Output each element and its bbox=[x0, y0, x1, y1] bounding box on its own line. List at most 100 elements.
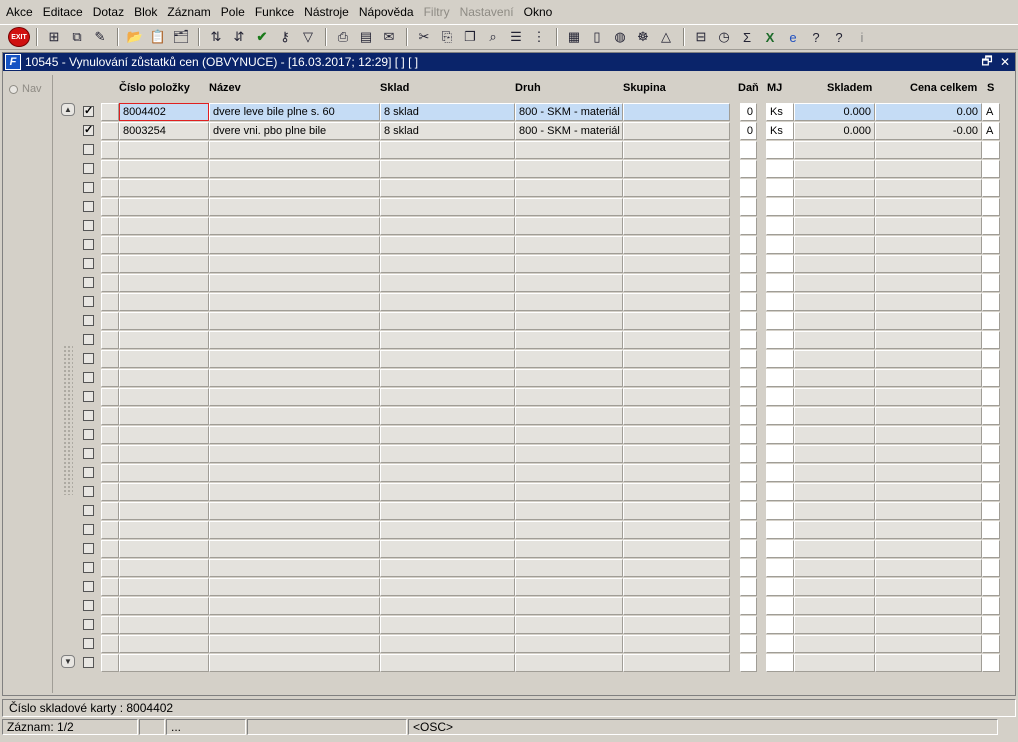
print-setup-icon[interactable]: ▤ bbox=[355, 26, 377, 48]
cell-nazev[interactable]: dvere leve bile plne s. 60 bbox=[209, 103, 380, 121]
cell-cislo[interactable]: 8004402 bbox=[119, 103, 209, 121]
cell-cislo[interactable] bbox=[119, 217, 209, 235]
cell-sklad[interactable] bbox=[380, 407, 515, 425]
cell-druh[interactable] bbox=[515, 445, 623, 463]
cell-cislo[interactable] bbox=[119, 578, 209, 596]
cell-cena[interactable] bbox=[875, 369, 982, 387]
cell-mj[interactable] bbox=[766, 654, 794, 672]
cell-druh[interactable] bbox=[515, 217, 623, 235]
cell-s[interactable] bbox=[982, 597, 1000, 615]
cell-s[interactable] bbox=[982, 483, 1000, 501]
row-checkbox[interactable] bbox=[83, 239, 94, 250]
cell-sklad[interactable] bbox=[380, 521, 515, 539]
table-row[interactable] bbox=[57, 274, 1009, 292]
cell-cena[interactable] bbox=[875, 635, 982, 653]
cell-s[interactable] bbox=[982, 464, 1000, 482]
row-checkbox[interactable] bbox=[83, 429, 94, 440]
table-row[interactable] bbox=[57, 578, 1009, 596]
cell-druh[interactable] bbox=[515, 293, 623, 311]
menu-napoveda[interactable]: Nápověda bbox=[359, 5, 414, 19]
table-row[interactable] bbox=[57, 369, 1009, 387]
cell-nazev[interactable] bbox=[209, 160, 380, 178]
cell-mj[interactable] bbox=[766, 483, 794, 501]
cell-sklad[interactable] bbox=[380, 198, 515, 216]
cell-cena[interactable] bbox=[875, 578, 982, 596]
cell-druh[interactable] bbox=[515, 198, 623, 216]
cell-cena[interactable] bbox=[875, 388, 982, 406]
cell-skladem[interactable] bbox=[794, 179, 875, 197]
cell-mj[interactable] bbox=[766, 426, 794, 444]
cell-dan[interactable] bbox=[740, 312, 757, 330]
cell-nazev[interactable] bbox=[209, 597, 380, 615]
cell-skladem[interactable] bbox=[794, 540, 875, 558]
cell-mj[interactable] bbox=[766, 635, 794, 653]
cell-druh[interactable]: 800 - SKM - materiál bbox=[515, 122, 623, 140]
table-row[interactable] bbox=[57, 540, 1009, 558]
row-checkbox[interactable] bbox=[83, 353, 94, 364]
cell-cena[interactable] bbox=[875, 236, 982, 254]
cell-cena[interactable] bbox=[875, 255, 982, 273]
table-row[interactable] bbox=[57, 654, 1009, 672]
cell-s[interactable] bbox=[982, 350, 1000, 368]
cell-s[interactable] bbox=[982, 654, 1000, 672]
cell-skladem[interactable] bbox=[794, 255, 875, 273]
cell-nazev[interactable] bbox=[209, 388, 380, 406]
cell-skupina[interactable] bbox=[623, 635, 730, 653]
cell-skupina[interactable] bbox=[623, 388, 730, 406]
cell-dan[interactable] bbox=[740, 236, 757, 254]
calculator-icon[interactable]: ▦ bbox=[563, 26, 585, 48]
cell-dan[interactable] bbox=[740, 274, 757, 292]
table-row[interactable] bbox=[57, 350, 1009, 368]
table-row[interactable] bbox=[57, 217, 1009, 235]
cell-nazev[interactable] bbox=[209, 654, 380, 672]
cell-skladem[interactable] bbox=[794, 388, 875, 406]
cell-cislo[interactable] bbox=[119, 160, 209, 178]
cell-sklad[interactable] bbox=[380, 312, 515, 330]
cell-mj[interactable] bbox=[766, 198, 794, 216]
cell-cislo[interactable] bbox=[119, 407, 209, 425]
row-checkbox[interactable] bbox=[83, 524, 94, 535]
cell-mj[interactable] bbox=[766, 521, 794, 539]
cell-druh[interactable] bbox=[515, 388, 623, 406]
cell-s[interactable] bbox=[982, 217, 1000, 235]
cell-cena[interactable] bbox=[875, 160, 982, 178]
cell-druh[interactable] bbox=[515, 160, 623, 178]
cell-mj[interactable] bbox=[766, 312, 794, 330]
close-icon[interactable]: ✕ bbox=[997, 55, 1013, 69]
row-checkbox[interactable] bbox=[83, 562, 94, 573]
cell-skupina[interactable] bbox=[623, 369, 730, 387]
row-checkbox[interactable] bbox=[83, 581, 94, 592]
cell-s[interactable] bbox=[982, 502, 1000, 520]
cell-cislo[interactable] bbox=[119, 293, 209, 311]
cell-s[interactable] bbox=[982, 160, 1000, 178]
cell-mj[interactable] bbox=[766, 616, 794, 634]
cell-nazev[interactable] bbox=[209, 217, 380, 235]
row-checkbox[interactable] bbox=[83, 410, 94, 421]
cell-skladem[interactable] bbox=[794, 502, 875, 520]
table-row[interactable] bbox=[57, 160, 1009, 178]
table-row[interactable] bbox=[57, 331, 1009, 349]
cell-skupina[interactable] bbox=[623, 616, 730, 634]
cell-nazev[interactable] bbox=[209, 578, 380, 596]
query-cancel-icon[interactable]: 🗂 bbox=[170, 26, 192, 48]
table-row[interactable] bbox=[57, 616, 1009, 634]
cell-skupina[interactable] bbox=[623, 198, 730, 216]
cell-skladem[interactable] bbox=[794, 274, 875, 292]
cell-dan[interactable] bbox=[740, 597, 757, 615]
cell-s[interactable] bbox=[982, 559, 1000, 577]
cell-sklad[interactable] bbox=[380, 445, 515, 463]
insert-record-icon[interactable]: ⊞ bbox=[43, 26, 65, 48]
table-row[interactable] bbox=[57, 407, 1009, 425]
cell-nazev[interactable] bbox=[209, 616, 380, 634]
cell-cena[interactable]: -0.00 bbox=[875, 122, 982, 140]
cell-sklad[interactable] bbox=[380, 274, 515, 292]
table-row[interactable] bbox=[57, 179, 1009, 197]
cell-sklad[interactable] bbox=[380, 236, 515, 254]
cell-cislo[interactable] bbox=[119, 540, 209, 558]
table-row[interactable] bbox=[57, 236, 1009, 254]
cell-skladem[interactable] bbox=[794, 616, 875, 634]
cell-skladem[interactable] bbox=[794, 483, 875, 501]
confirm-icon[interactable]: ✔ bbox=[251, 26, 273, 48]
cell-s[interactable] bbox=[982, 255, 1000, 273]
cell-druh[interactable] bbox=[515, 426, 623, 444]
